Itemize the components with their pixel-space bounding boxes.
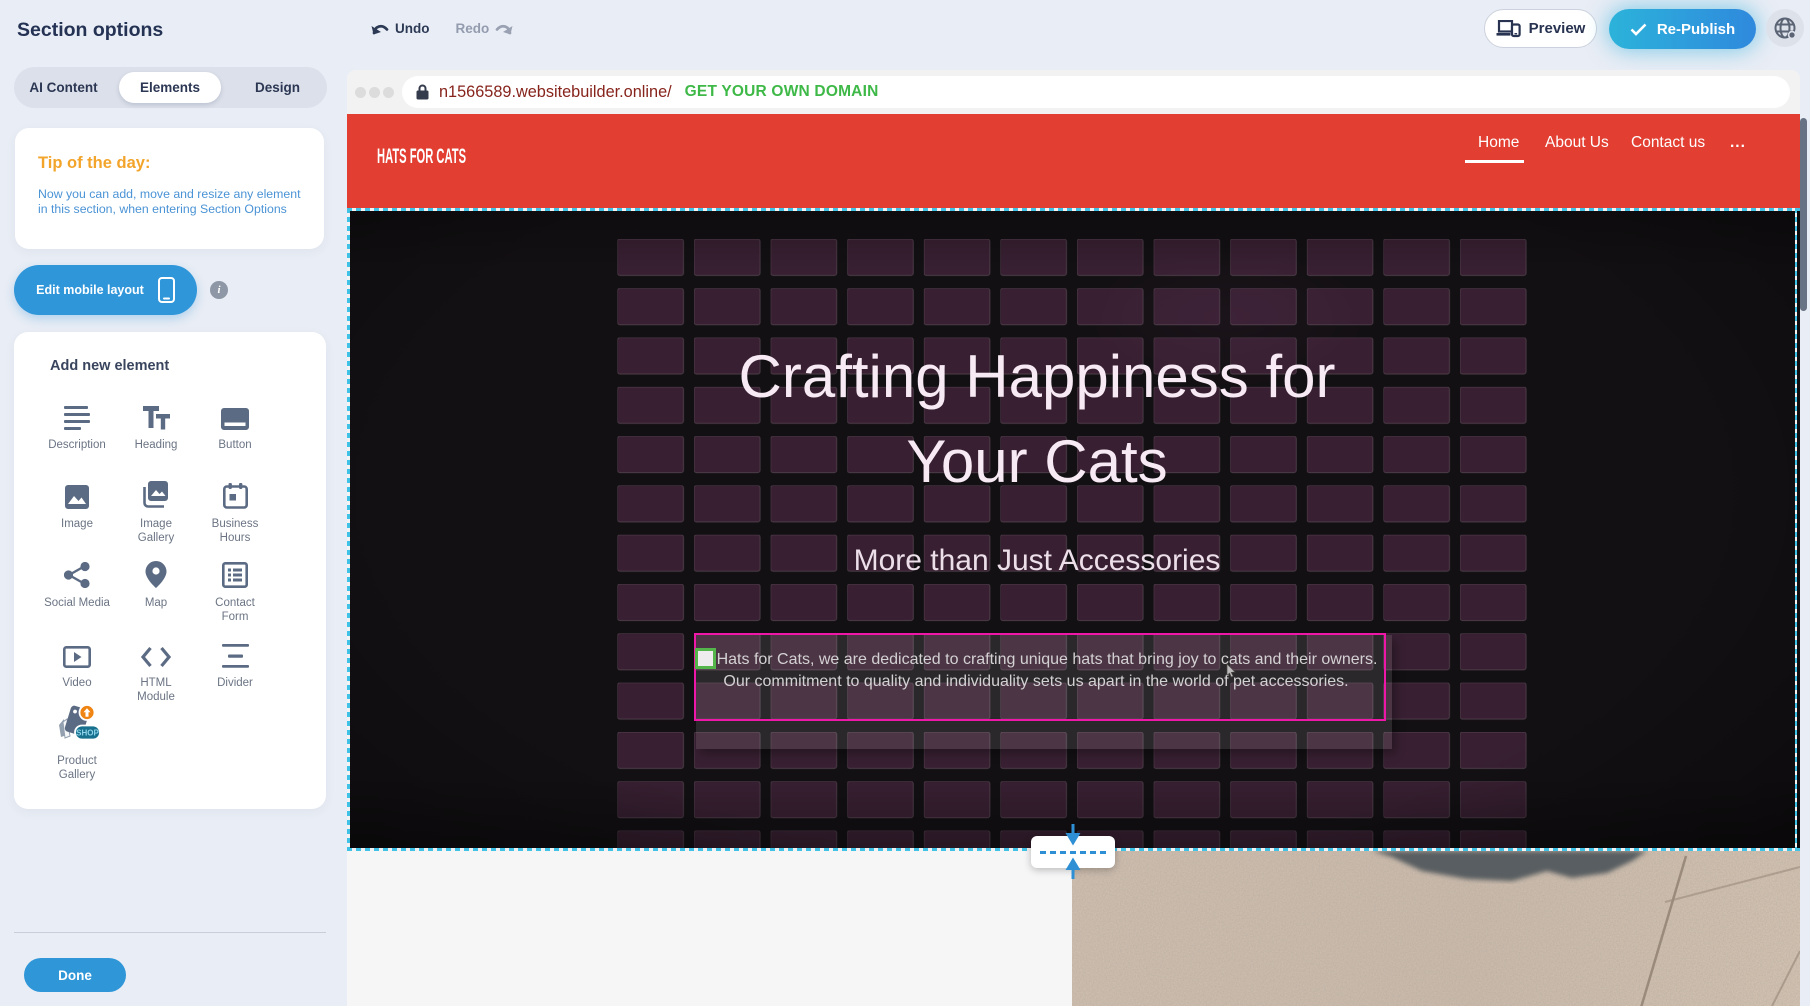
svg-text:SHOP: SHOP <box>76 729 99 738</box>
